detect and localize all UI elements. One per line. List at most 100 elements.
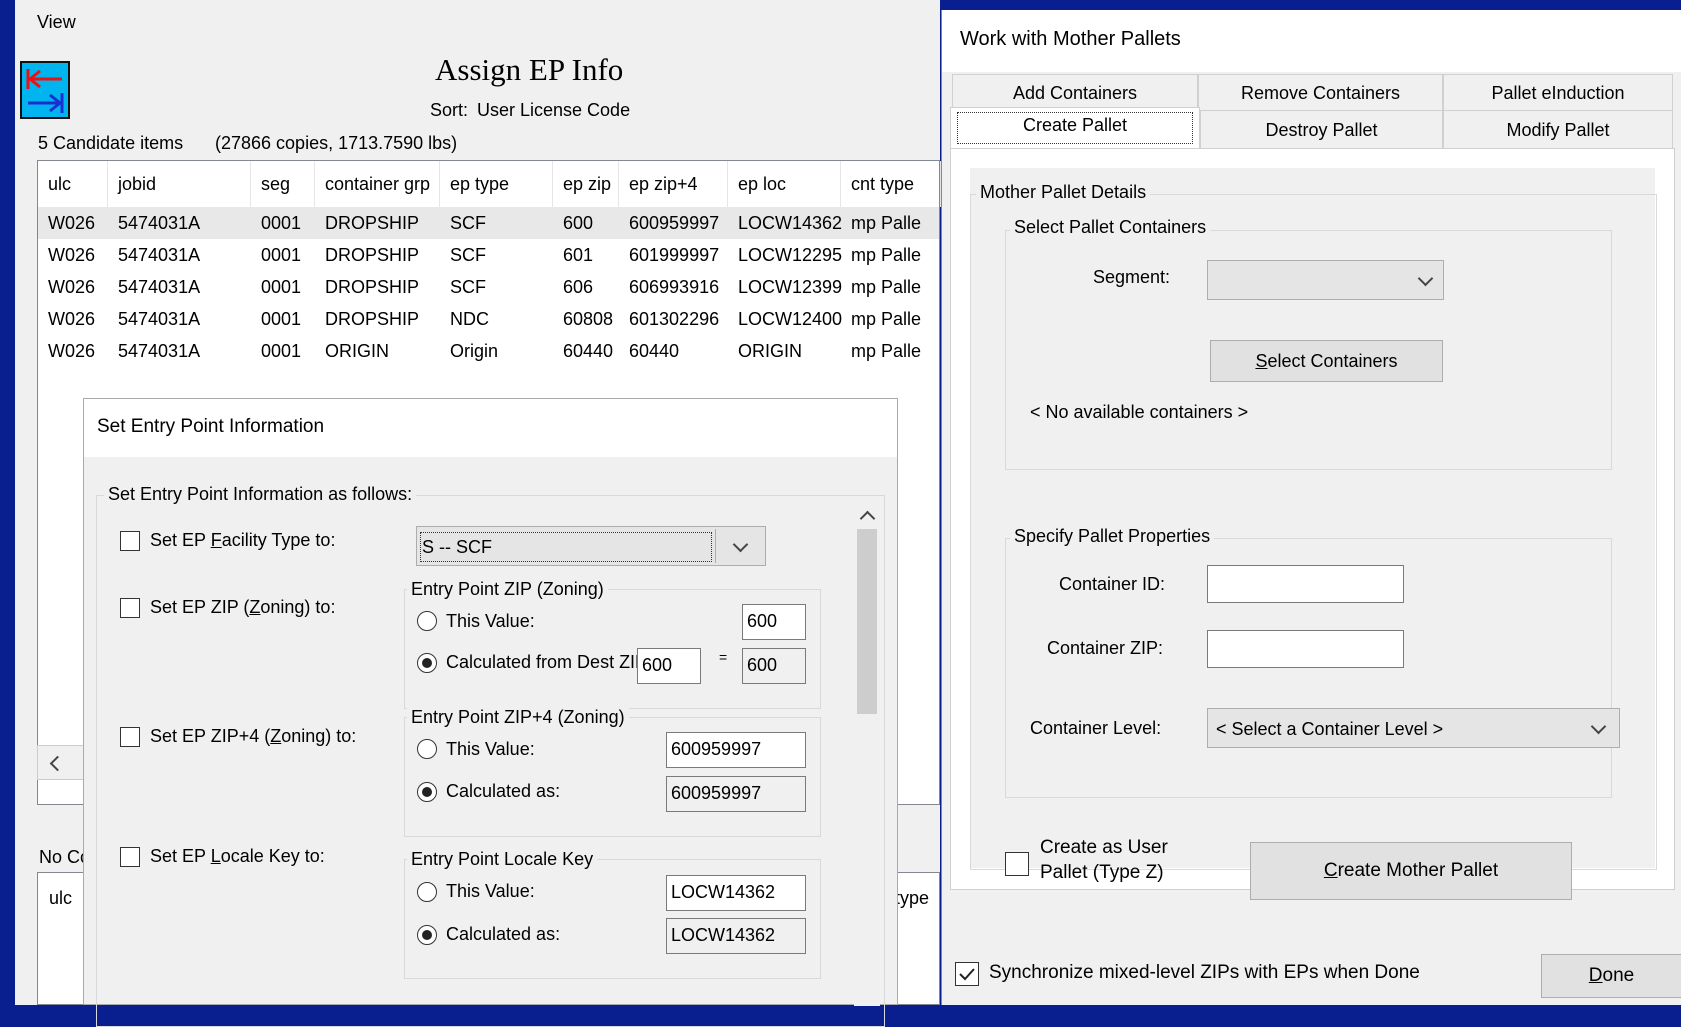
table-cell: 601 bbox=[563, 245, 594, 265]
tab-add-containers[interactable]: Add Containers bbox=[952, 74, 1198, 110]
scroll-left-icon[interactable] bbox=[49, 755, 66, 772]
menu-view[interactable]: View bbox=[37, 12, 76, 33]
col-header[interactable]: ep zip bbox=[553, 161, 619, 207]
container-id-input[interactable] bbox=[1207, 565, 1404, 603]
chevron-down-icon bbox=[1417, 270, 1434, 287]
combo-divider bbox=[715, 529, 716, 563]
table-cell: ORIGIN bbox=[738, 341, 803, 361]
zip-calculated-result: 600 bbox=[742, 648, 806, 684]
set-facility-label: Set EP Facility Type to: bbox=[150, 530, 336, 550]
table-row[interactable]: W026 5474031A 0001 DROPSHIP SCF 601 601999997 L… bbox=[38, 239, 939, 271]
container-level-select[interactable]: < Select a Container Level > bbox=[1207, 708, 1620, 748]
done-button[interactable]: Done bbox=[1541, 954, 1681, 998]
locale-calculated-result: LOCW14362 bbox=[666, 918, 806, 954]
col-header[interactable]: cnt type bbox=[841, 161, 941, 207]
table-cell: 60440 bbox=[563, 341, 614, 361]
table-cell: 601302296 bbox=[629, 309, 720, 329]
select-containers-button[interactable]: Select Containers bbox=[1210, 340, 1443, 382]
user-pallet-checkbox[interactable] bbox=[1005, 852, 1029, 876]
col-header[interactable]: ulc bbox=[38, 161, 108, 207]
chevron-down-icon bbox=[732, 536, 749, 553]
pallet-props-group-title: Specify Pallet Properties bbox=[1010, 526, 1215, 547]
mp-titlebar[interactable]: Work with Mother Pallets bbox=[942, 10, 1681, 72]
equals-sign: = bbox=[719, 649, 728, 665]
zip4-this-value-label: This Value: bbox=[446, 739, 535, 759]
table-cell: 0001 bbox=[261, 341, 302, 361]
table-cell: 606993916 bbox=[629, 277, 720, 297]
set-zip-checkbox[interactable] bbox=[120, 598, 140, 618]
col-header[interactable]: ep zip+4 bbox=[619, 161, 728, 207]
table-cell: 600 bbox=[563, 213, 594, 233]
locale-calculated-radio[interactable] bbox=[417, 925, 437, 945]
table-row[interactable]: W026 5474031A 0001 DROPSHIP SCF 606 606993916 L… bbox=[38, 271, 939, 303]
zip4-this-value-input[interactable]: 600959997 bbox=[666, 732, 806, 768]
col-header[interactable]: container grp bbox=[315, 161, 440, 207]
set-facility-checkbox[interactable] bbox=[120, 531, 140, 551]
dest-zip-input[interactable]: 600 bbox=[637, 648, 701, 684]
tab-modify-pallet[interactable]: Modify Pallet bbox=[1443, 110, 1673, 148]
no-containers-message: < No available containers > bbox=[1030, 402, 1249, 422]
scroll-thumb[interactable] bbox=[857, 529, 877, 714]
table-cell: W026 bbox=[48, 309, 96, 329]
sync-zips-label: Synchronize mixed-level ZIPs with EPs wh… bbox=[989, 962, 1420, 983]
chevron-down-icon bbox=[1590, 718, 1607, 735]
col-header[interactable]: seg bbox=[251, 161, 315, 207]
candidate-summary: (27866 copies, 1713.7590 lbs) bbox=[215, 133, 464, 154]
sync-zips-checkbox[interactable] bbox=[955, 962, 979, 986]
tab-pallet-einduction[interactable]: Pallet eInduction bbox=[1443, 74, 1673, 110]
table-cell: 5474031A bbox=[118, 309, 201, 329]
create-mother-pallet-button[interactable]: Create Mother Pallet bbox=[1250, 842, 1572, 900]
zip-calculated-radio[interactable] bbox=[417, 653, 437, 673]
col-header[interactable]: ep loc bbox=[728, 161, 841, 207]
locale-this-value-input[interactable]: LOCW14362 bbox=[666, 875, 806, 911]
table-row[interactable]: W026 5474031A 0001 ORIGIN Origin 60440 60440 OR… bbox=[38, 335, 939, 367]
tab-destroy-pallet[interactable]: Destroy Pallet bbox=[1200, 110, 1443, 148]
table-cell: Origin bbox=[450, 341, 499, 361]
zip4-group-title: Entry Point ZIP+4 (Zoning) bbox=[407, 707, 629, 728]
locale-group-title: Entry Point Locale Key bbox=[407, 849, 598, 870]
table-cell: 5474031A bbox=[118, 245, 201, 265]
tab-remove-containers[interactable]: Remove Containers bbox=[1198, 74, 1443, 110]
locale-calculated-label: Calculated as: bbox=[446, 924, 561, 944]
lower-list-label: No Cc bbox=[39, 847, 90, 867]
table-cell: LOCW14362 bbox=[738, 213, 843, 233]
col-header[interactable]: ep type bbox=[440, 161, 553, 207]
table-cell: 60808 bbox=[563, 309, 614, 329]
zip-this-value-input[interactable]: 600 bbox=[742, 604, 806, 640]
table-row[interactable]: W026 5474031A 0001 DROPSHIP SCF 600 600959997 L… bbox=[38, 207, 939, 239]
lower-col-type[interactable]: type bbox=[895, 888, 929, 909]
table-cell: W026 bbox=[48, 213, 96, 233]
locale-this-value-radio[interactable] bbox=[417, 882, 437, 902]
table-cell: W026 bbox=[48, 277, 96, 297]
user-pallet-label-line1: Create as User bbox=[1040, 837, 1168, 858]
zip-this-value-radio[interactable] bbox=[417, 611, 437, 631]
zip4-calculated-radio[interactable] bbox=[417, 782, 437, 802]
table-cell: LOCW12400 bbox=[738, 309, 843, 329]
container-zip-input[interactable] bbox=[1207, 630, 1404, 668]
set-locale-checkbox[interactable] bbox=[120, 847, 140, 867]
segment-select[interactable] bbox=[1207, 260, 1444, 300]
dialog-titlebar[interactable]: Set Entry Point Information bbox=[84, 399, 897, 457]
table-cell: 0001 bbox=[261, 277, 302, 297]
table-cell: 60440 bbox=[629, 341, 680, 361]
table-cell: 0001 bbox=[261, 213, 302, 233]
facility-type-select[interactable]: S -- SCF bbox=[416, 526, 766, 566]
set-zip4-checkbox[interactable] bbox=[120, 727, 140, 747]
col-header[interactable]: jobid bbox=[108, 161, 251, 207]
tab-create-pallet[interactable]: Create Pallet bbox=[950, 107, 1200, 149]
ep-info-group-title: Set Entry Point Information as follows: bbox=[104, 484, 417, 505]
table-cell: LOCW12295 bbox=[738, 245, 843, 265]
candidate-count: 5 Candidate items bbox=[38, 133, 190, 154]
table-cell: 5474031A bbox=[118, 341, 201, 361]
table-cell: DROPSHIP bbox=[325, 309, 420, 329]
user-pallet-label-line2: Pallet (Type Z) bbox=[1040, 862, 1164, 883]
scroll-up-icon[interactable] bbox=[859, 510, 876, 527]
dialog-vscrollbar[interactable] bbox=[854, 499, 880, 1006]
set-ep-dialog: Set Entry Point Information Set Entry Po… bbox=[83, 398, 898, 1027]
checkmark-icon bbox=[959, 968, 975, 981]
zip4-this-value-radio[interactable] bbox=[417, 739, 437, 759]
swap-arrows-icon[interactable] bbox=[20, 61, 70, 119]
lower-col-ulc[interactable]: ulc bbox=[49, 888, 72, 909]
dialog-title: Set Entry Point Information bbox=[97, 416, 325, 437]
table-row[interactable]: W026 5474031A 0001 DROPSHIP NDC 60808 60130229… bbox=[38, 303, 939, 335]
